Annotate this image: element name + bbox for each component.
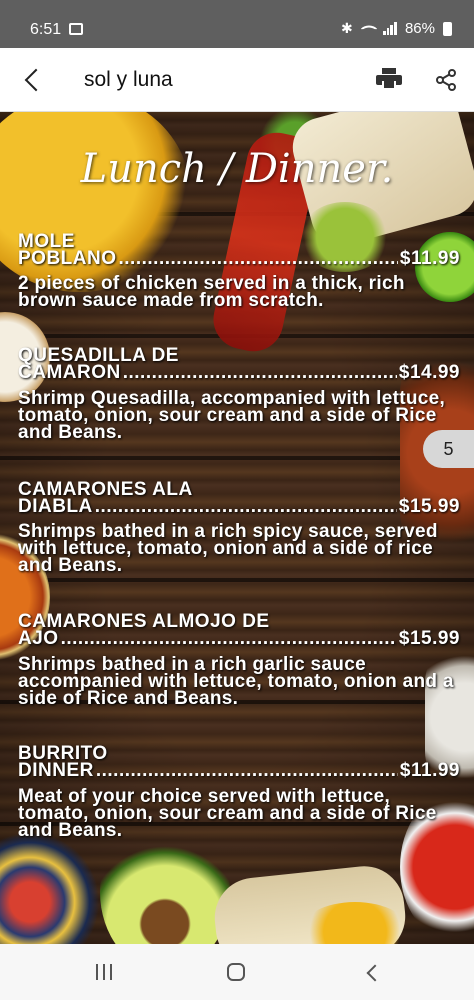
back-arrow-icon[interactable] [18, 64, 50, 96]
menu-item-name: POBLANO [18, 248, 117, 269]
app-bar: sol y luna [0, 48, 474, 112]
menu-item-description: 2 pieces of chicken served in a thick, r… [18, 273, 405, 311]
bluetooth-icon [341, 20, 355, 37]
menu-item-price-line: POBLANO $11.99 [18, 248, 460, 269]
menu-image[interactable]: Lunch / Dinner. MOLE POBLANO $11.99 2 pi… [0, 112, 474, 944]
leader-dots [123, 364, 397, 382]
menu-item-price: $11.99 [399, 248, 460, 269]
leader-dots [61, 630, 397, 648]
menu-item-price: $15.99 [398, 496, 460, 517]
share-icon[interactable] [434, 68, 458, 92]
status-time: 6:51 [30, 21, 62, 38]
menu-item-name: CAMARON [18, 362, 121, 383]
menu-item-name: AJO [18, 628, 59, 649]
menu-item-price: $11.99 [399, 760, 460, 781]
menu-item-price: $15.99 [398, 628, 460, 649]
battery-icon [443, 21, 452, 36]
recents-icon[interactable] [96, 964, 114, 980]
page-number-badge[interactable]: 5 [423, 430, 474, 468]
nav-back-icon[interactable] [364, 964, 380, 980]
leader-dots [96, 762, 398, 780]
page-title: sol y luna [84, 68, 173, 91]
menu-item-name: DIABLA [18, 496, 93, 517]
battery-percent: 86% [404, 20, 435, 37]
menu-item-description: Shrimps bathed in a rich garlic sauce ac… [18, 654, 454, 709]
leader-dots [119, 250, 398, 268]
menu-item-price-line: DIABLA $15.99 [18, 496, 460, 517]
home-icon[interactable] [227, 963, 245, 981]
menu-item-price-line: AJO $15.99 [18, 628, 460, 649]
menu-item-name: DINNER [18, 760, 94, 781]
status-indicators: 86% [341, 20, 452, 37]
status-bar: 6:51 86% [0, 0, 474, 48]
gallery-notification-icon [69, 23, 83, 35]
menu-item-description: Shrimps bathed in a rich spicy sauce, se… [18, 521, 438, 576]
menu-item-description: Meat of your choice served with lettuce,… [18, 786, 437, 841]
print-icon[interactable] [376, 68, 402, 90]
signal-icon [382, 22, 397, 35]
leader-dots [95, 498, 397, 516]
menu-item-price: $14.99 [398, 362, 460, 383]
menu-item-price-line: DINNER $11.99 [18, 760, 460, 781]
menu-title: Lunch / Dinner. [80, 146, 394, 192]
system-nav-bar [0, 944, 474, 1000]
wifi-icon [360, 20, 378, 37]
menu-item-description: Shrimp Quesadilla, accompanied with lett… [18, 388, 446, 443]
menu-item-price-line: CAMARON $14.99 [18, 362, 460, 383]
